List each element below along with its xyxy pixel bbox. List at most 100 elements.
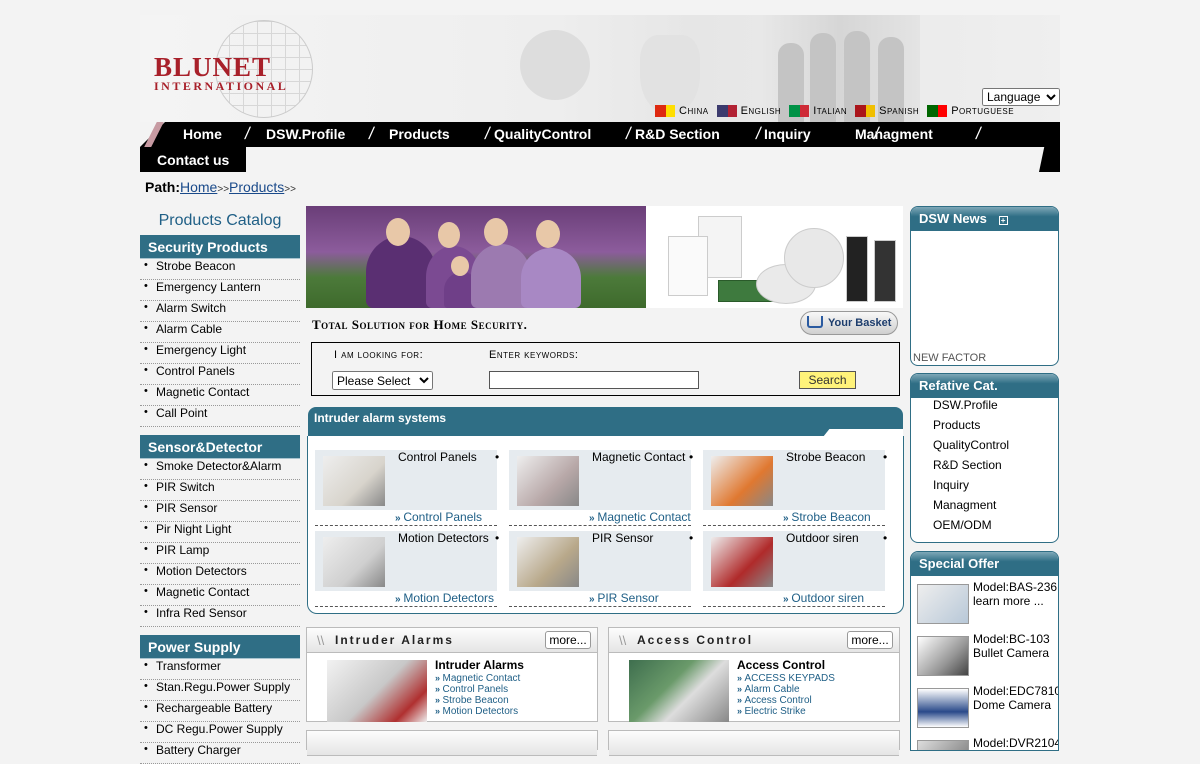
catalog-item[interactable]: Smoke Detector&Alarm xyxy=(140,459,300,480)
special-offer-model[interactable]: Model:BC-103 xyxy=(973,632,1058,646)
language-spanish[interactable]: Spanish xyxy=(855,105,919,117)
nav-managment[interactable]: Managment xyxy=(855,126,933,142)
related-category-link[interactable]: OEM/ODM xyxy=(911,515,1058,535)
catalog-item[interactable]: Alarm Switch xyxy=(140,301,300,322)
special-offer-desc[interactable]: Bullet Camera xyxy=(973,646,1058,660)
language-english[interactable]: English xyxy=(716,105,782,117)
breadcrumb-products[interactable]: Products xyxy=(229,179,284,195)
category-link[interactable]: » Control Panels xyxy=(435,684,508,695)
nav-products[interactable]: Products xyxy=(389,126,450,142)
product-thumbnail[interactable] xyxy=(517,537,579,587)
category-title[interactable]: Intruder Alarms xyxy=(435,658,524,672)
related-categories-box: Refative Cat. DSW.Profile Products Quality… xyxy=(910,373,1059,543)
intruder-section-header: Intruder alarm systems xyxy=(308,407,903,437)
your-basket-button[interactable]: Your Basket xyxy=(800,311,898,335)
category-link[interactable]: » Electric Strike xyxy=(737,706,806,717)
language-portuguese[interactable]: Portuguese xyxy=(927,105,1014,117)
catalog-item[interactable]: Control Panels xyxy=(140,364,300,385)
special-offer-item[interactable]: Model:BAS-236 learn more ... xyxy=(915,580,1058,630)
catalog-item[interactable]: PIR Lamp xyxy=(140,543,300,564)
product-card[interactable]: Control Panels • xyxy=(315,450,499,510)
product-thumbnail[interactable] xyxy=(323,537,385,587)
search-button[interactable]: Search xyxy=(799,371,856,389)
category-image[interactable] xyxy=(327,660,427,722)
special-offer-item[interactable]: Model:BC-103 Bullet Camera xyxy=(915,632,1058,682)
catalog-item[interactable]: Transformer xyxy=(140,659,300,680)
language-select[interactable]: Language xyxy=(982,88,1060,106)
category-link[interactable]: » ACCESS KEYPADS xyxy=(737,673,835,684)
special-offer-item[interactable]: Model:EDC7810 Dome Camera xyxy=(915,684,1058,734)
breadcrumb-home[interactable]: Home xyxy=(180,179,217,195)
catalog-item[interactable]: Rechargeable Battery xyxy=(140,701,300,722)
related-category-link[interactable]: R&D Section xyxy=(911,455,1058,475)
product-card-link[interactable]: » Control Panels xyxy=(315,511,497,526)
related-category-link[interactable]: Inquiry xyxy=(911,475,1058,495)
catalog-item[interactable]: Emergency Light xyxy=(140,343,300,364)
related-category-link[interactable]: Managment xyxy=(911,495,1058,515)
catalog-item[interactable]: PIR Sensor xyxy=(140,501,300,522)
catalog-item[interactable]: Motion Detectors xyxy=(140,564,300,585)
nav-r-d-section[interactable]: R&D Section xyxy=(635,126,720,142)
category-image[interactable] xyxy=(629,660,729,722)
product-thumbnail[interactable] xyxy=(517,456,579,506)
more-button[interactable]: more... xyxy=(545,631,591,649)
category-title[interactable]: Access Control xyxy=(737,658,825,672)
catalog-item[interactable]: Infra Red Sensor xyxy=(140,606,300,627)
catalog-item[interactable]: Alarm Cable xyxy=(140,322,300,343)
special-offer-item[interactable]: Model:DVR2104 xyxy=(915,736,1058,750)
catalog-item[interactable]: PIR Switch xyxy=(140,480,300,501)
catalog-item[interactable]: Emergency Lantern xyxy=(140,280,300,301)
special-offer-image[interactable] xyxy=(917,584,969,624)
special-offer-model[interactable]: Model:EDC7810 xyxy=(973,684,1058,698)
product-card-link[interactable]: » Motion Detectors xyxy=(315,592,497,607)
catalog-item[interactable]: Call Point xyxy=(140,406,300,427)
product-thumbnail[interactable] xyxy=(711,456,773,506)
special-offer-image[interactable] xyxy=(917,688,969,728)
product-card-link[interactable]: » Strobe Beacon xyxy=(703,511,885,526)
nav-qualitycontrol[interactable]: QualityControl xyxy=(494,126,591,142)
product-card[interactable]: Strobe Beacon • xyxy=(703,450,887,510)
language-italian[interactable]: Italian xyxy=(789,105,847,117)
product-thumbnail[interactable] xyxy=(711,537,773,587)
category-link[interactable]: » Access Control xyxy=(737,695,812,706)
product-thumbnail[interactable] xyxy=(323,456,385,506)
catalog-item[interactable]: Pir Night Light xyxy=(140,522,300,543)
news-ticker[interactable]: NEW FACTOR xyxy=(913,352,986,364)
category-link[interactable]: » Alarm Cable xyxy=(737,684,800,695)
catalog-item[interactable]: Strobe Beacon xyxy=(140,259,300,280)
product-card-link[interactable]: » PIR Sensor xyxy=(509,592,691,607)
nav-dsw-profile[interactable]: DSW.Profile xyxy=(266,126,345,142)
catalog-item[interactable]: Stan.Regu.Power Supply xyxy=(140,680,300,701)
nav-home[interactable]: Home xyxy=(183,126,222,142)
more-button[interactable]: more... xyxy=(847,631,893,649)
nav-contact-us[interactable]: Contact us xyxy=(157,152,229,168)
related-category-link[interactable]: Products xyxy=(911,415,1058,435)
catalog-item[interactable]: Magnetic Contact xyxy=(140,585,300,606)
language-china[interactable]: China xyxy=(655,105,709,117)
catalog-item[interactable]: Battery Charger xyxy=(140,743,300,764)
product-card-link[interactable]: » Outdoor siren xyxy=(703,592,885,607)
news-expand-icon[interactable]: + xyxy=(998,216,1008,225)
catalog-item[interactable]: Magnetic Contact xyxy=(140,385,300,406)
product-card-link[interactable]: » Magnetic Contact xyxy=(509,511,691,526)
special-offer-image[interactable] xyxy=(917,740,969,750)
special-offer-model[interactable]: Model:DVR2104 xyxy=(973,736,1058,750)
category-link[interactable]: » Magnetic Contact xyxy=(435,673,520,684)
special-offer-desc[interactable]: Dome Camera xyxy=(973,698,1058,712)
product-card[interactable]: Motion Detectors • xyxy=(315,531,499,591)
special-offer-text: Model:BAS-236 learn more ... xyxy=(973,580,1058,608)
related-category-link[interactable]: DSW.Profile xyxy=(911,395,1058,415)
category-link[interactable]: » Strobe Beacon xyxy=(435,695,509,706)
related-category-link[interactable]: QualityControl xyxy=(911,435,1058,455)
nav-inquiry[interactable]: Inquiry xyxy=(764,126,811,142)
category-link[interactable]: » Motion Detectors xyxy=(435,706,518,717)
product-card[interactable]: PIR Sensor • xyxy=(509,531,693,591)
product-card[interactable]: Outdoor siren • xyxy=(703,531,887,591)
keywords-input[interactable] xyxy=(489,371,699,389)
product-card[interactable]: Magnetic Contact • xyxy=(509,450,693,510)
breadcrumb-sep: >> xyxy=(284,184,296,195)
special-offer-image[interactable] xyxy=(917,636,969,676)
special-offer-model[interactable]: Model:BAS-236 xyxy=(973,580,1058,594)
category-select[interactable]: Please Select xyxy=(332,371,433,390)
special-offer-desc[interactable]: learn more ... xyxy=(973,594,1058,608)
